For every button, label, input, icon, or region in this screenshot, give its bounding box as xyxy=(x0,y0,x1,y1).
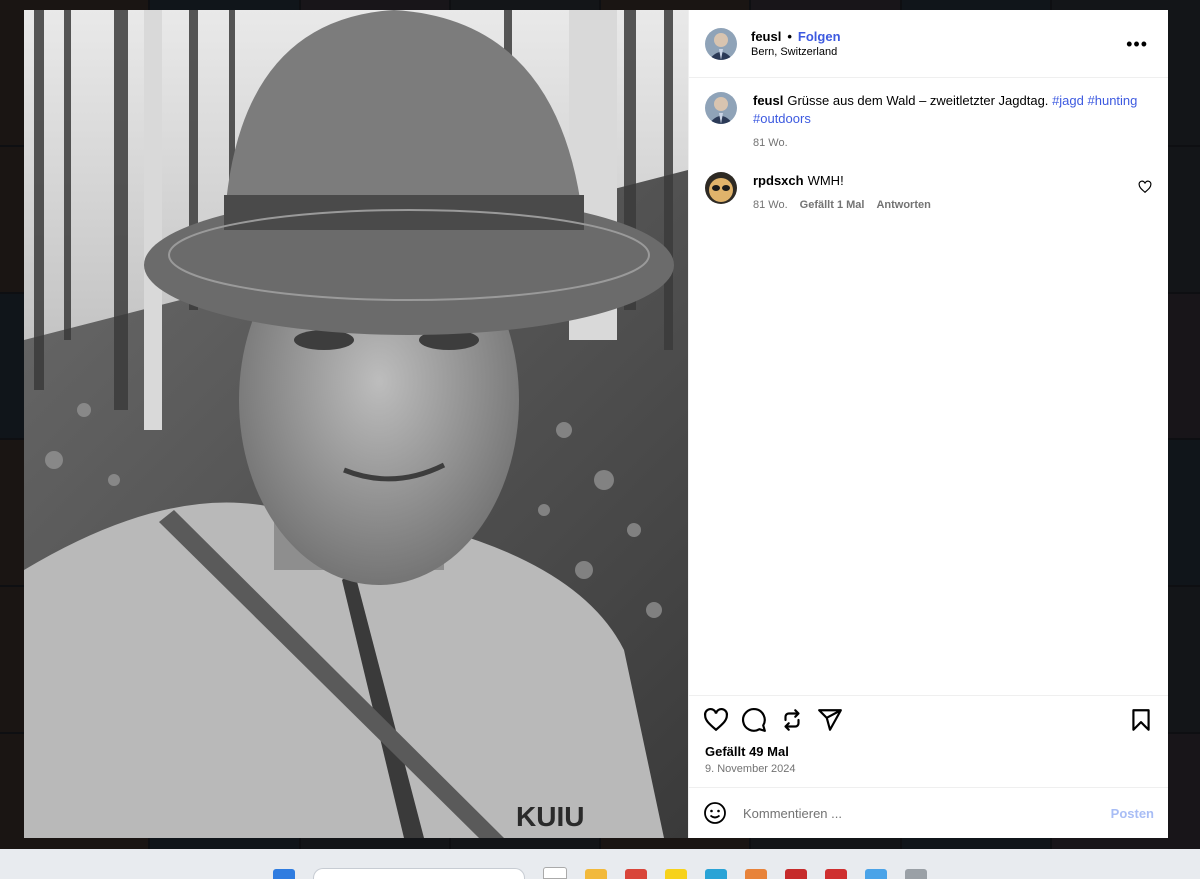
selfie-forest-image: KUIU xyxy=(24,10,688,838)
firefox-icon[interactable] xyxy=(745,869,767,879)
commenter-avatar[interactable] xyxy=(705,172,737,204)
comment-item: rpdsxch WMH! 81 Wo. Gefällt 1 Mal Antwort… xyxy=(705,172,1152,214)
calendar-icon[interactable] xyxy=(625,869,647,879)
share-icon[interactable] xyxy=(817,707,843,733)
like-count[interactable]: Gefällt 49 Mal xyxy=(689,744,1168,759)
like-comment-heart-icon[interactable] xyxy=(1138,180,1152,194)
comment-icon[interactable] xyxy=(741,707,767,733)
hashtag-hunting[interactable]: #hunting xyxy=(1088,93,1138,108)
more-options-icon[interactable]: ••• xyxy=(1122,35,1152,53)
post-modal: KUIU feusl • Folgen Bern, Switzerland ••… xyxy=(24,10,1168,838)
folder-icon[interactable] xyxy=(585,869,607,879)
hashtag-outdoors[interactable]: #outdoors xyxy=(753,111,811,126)
follow-button[interactable]: Folgen xyxy=(798,29,841,44)
post-date: 9. November 2024 xyxy=(705,763,796,775)
comment-likes[interactable]: Gefällt 1 Mal xyxy=(800,196,865,214)
caption-text: Grüsse aus dem Wald – zweitletzter Jagdt… xyxy=(787,93,1049,108)
comment-input[interactable] xyxy=(741,804,1111,822)
comment-age[interactable]: 81 Wo. xyxy=(753,196,788,214)
post-header: feusl • Folgen Bern, Switzerland ••• xyxy=(689,10,1168,78)
comment-composer: Posten xyxy=(689,787,1168,838)
comments-list: feusl Grüsse aus dem Wald – zweitletzter … xyxy=(689,78,1168,695)
taskbar-app-icon[interactable] xyxy=(543,867,567,879)
header-text: feusl • Folgen Bern, Switzerland xyxy=(751,29,1122,58)
post-location[interactable]: Bern, Switzerland xyxy=(751,46,1122,58)
os-taskbar xyxy=(0,849,1200,879)
caption-username[interactable]: feusl xyxy=(753,93,783,108)
reply-button[interactable]: Antworten xyxy=(876,196,930,214)
jacket-brand-logo: KUIU xyxy=(516,801,584,832)
separator-dot: • xyxy=(787,29,792,44)
comment-text: WMH! xyxy=(807,173,844,188)
calendar-blue-icon[interactable] xyxy=(865,869,887,879)
repost-icon[interactable] xyxy=(779,707,805,733)
heart-icon[interactable] xyxy=(703,707,729,733)
taskbar-search[interactable] xyxy=(313,868,525,879)
pdf-icon[interactable] xyxy=(825,869,847,879)
comment-username[interactable]: rpdsxch xyxy=(753,173,804,188)
app-red-icon[interactable] xyxy=(785,869,807,879)
post-photo[interactable]: KUIU xyxy=(24,10,688,838)
emoji-icon[interactable] xyxy=(703,801,727,825)
notes-icon[interactable] xyxy=(665,869,687,879)
action-bar xyxy=(689,695,1168,744)
start-button-icon[interactable] xyxy=(273,869,295,879)
author-username[interactable]: feusl xyxy=(751,29,781,44)
bookmark-icon[interactable] xyxy=(1128,707,1154,733)
caption: feusl Grüsse aus dem Wald – zweitletzter … xyxy=(705,92,1152,152)
hashtag-jagd[interactable]: #jagd xyxy=(1052,93,1084,108)
caption-age[interactable]: 81 Wo. xyxy=(753,134,788,152)
taskbar-misc-icon[interactable] xyxy=(905,869,927,879)
post-comment-button[interactable]: Posten xyxy=(1111,806,1154,821)
browser-icon[interactable] xyxy=(705,869,727,879)
post-details-panel: feusl • Folgen Bern, Switzerland ••• feu… xyxy=(688,10,1168,838)
caption-avatar[interactable] xyxy=(705,92,737,124)
author-avatar[interactable] xyxy=(705,27,737,60)
